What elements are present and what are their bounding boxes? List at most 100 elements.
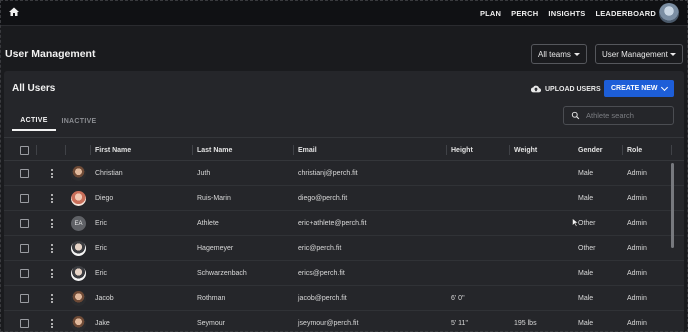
- gender-cell: Other: [578, 245, 596, 252]
- role-cell: Admin: [627, 245, 647, 252]
- avatar: [71, 241, 86, 256]
- team-filter-value: All teams: [538, 49, 571, 59]
- last-name-cell: Seymour: [197, 320, 226, 327]
- email-cell: diego@perch.fit: [298, 195, 348, 202]
- first-name-cell: Jacob: [95, 295, 114, 302]
- first-name-cell: Christian: [95, 170, 123, 177]
- nav-link-leaderboard[interactable]: LEADERBOARD: [595, 9, 656, 18]
- home-icon[interactable]: [8, 6, 20, 18]
- column-divider: [90, 145, 91, 155]
- role-cell: Admin: [627, 320, 647, 327]
- last-name-cell: Rothman: [197, 295, 226, 302]
- tab-active[interactable]: ACTIVE: [12, 111, 56, 131]
- user-avatar[interactable]: [659, 3, 679, 23]
- table-row[interactable]: Eric Schwarzenbach erics@perch.fit Male …: [4, 261, 684, 286]
- avatar: [71, 291, 86, 306]
- avatar: [71, 166, 86, 181]
- table-row[interactable]: Eric Hagemeyer eric@perch.fit Other Admi…: [4, 236, 684, 261]
- row-checkbox[interactable]: [20, 219, 29, 228]
- nav-link-plan[interactable]: PLAN: [480, 9, 501, 18]
- height-cell: 6' 0": [451, 295, 465, 302]
- more-vert-icon[interactable]: [50, 219, 53, 228]
- last-name-cell: Schwarzenbach: [197, 270, 247, 277]
- team-filter-dropdown[interactable]: All teams: [531, 44, 587, 64]
- height-cell: 5' 11": [451, 320, 468, 327]
- header-last-name[interactable]: Last Name: [197, 138, 232, 162]
- gender-cell: Male: [578, 195, 594, 202]
- column-divider: [622, 145, 623, 155]
- column-divider: [192, 145, 193, 155]
- section-select-value: User Management: [602, 49, 668, 59]
- mouse-cursor-icon: [572, 218, 578, 227]
- more-vert-icon[interactable]: [50, 169, 53, 178]
- gender-cell: Male: [578, 295, 594, 302]
- avatar: [71, 191, 86, 206]
- search-input[interactable]: [586, 111, 666, 120]
- column-divider: [509, 145, 510, 155]
- avatar: EA: [71, 216, 86, 231]
- role-cell: Admin: [627, 170, 647, 177]
- email-cell: jseymour@perch.fit: [298, 320, 359, 327]
- role-cell: Admin: [627, 195, 647, 202]
- top-navigation-bar: PLAN PERCH INSIGHTS LEADERBOARD: [0, 0, 688, 26]
- nav-links: PLAN PERCH INSIGHTS LEADERBOARD: [480, 0, 656, 26]
- gender-cell: Male: [578, 170, 594, 177]
- header-email[interactable]: Email: [298, 138, 317, 162]
- header-first-name[interactable]: First Name: [95, 138, 131, 162]
- card-title: All Users: [12, 83, 56, 94]
- table-row[interactable]: Jake Seymour jseymour@perch.fit 5' 11" 1…: [4, 311, 684, 332]
- email-cell: erics@perch.fit: [298, 270, 345, 277]
- more-vert-icon[interactable]: [50, 194, 53, 203]
- section-select-dropdown[interactable]: User Management: [595, 44, 683, 64]
- table-scrollbar[interactable]: [671, 163, 674, 248]
- select-all-checkbox[interactable]: [20, 146, 29, 155]
- athlete-search: [563, 106, 674, 125]
- column-divider: [36, 145, 37, 155]
- weight-cell: 195 lbs: [514, 320, 537, 327]
- more-vert-icon[interactable]: [50, 269, 53, 278]
- caret-down-icon: [574, 53, 580, 56]
- gender-cell: Male: [578, 320, 594, 327]
- search-icon: [571, 111, 580, 120]
- column-divider: [293, 145, 294, 155]
- header-height[interactable]: Height: [451, 138, 473, 162]
- column-divider: [671, 145, 672, 155]
- avatar: [71, 316, 86, 331]
- header-role[interactable]: Role: [627, 138, 642, 162]
- gender-cell: Male: [578, 270, 594, 277]
- chevron-down-icon: [660, 83, 669, 92]
- upload-users-button[interactable]: UPLOAD USERS: [531, 83, 601, 95]
- last-name-cell: Juth: [197, 170, 211, 177]
- more-vert-icon[interactable]: [50, 319, 53, 328]
- create-new-button[interactable]: CREATE NEW: [604, 80, 674, 97]
- header-gender[interactable]: Gender: [578, 138, 603, 162]
- first-name-cell: Diego: [95, 195, 114, 202]
- nav-link-perch[interactable]: PERCH: [511, 9, 538, 18]
- caret-down-icon: [670, 53, 676, 56]
- gender-cell: Other: [578, 220, 596, 227]
- row-checkbox[interactable]: [20, 294, 29, 303]
- table-row[interactable]: Jacob Rothman jacob@perch.fit 6' 0" Male…: [4, 286, 684, 311]
- table-row[interactable]: Diego Ruis-Marin diego@perch.fit Male Ad…: [4, 186, 684, 211]
- row-checkbox[interactable]: [20, 194, 29, 203]
- row-checkbox[interactable]: [20, 269, 29, 278]
- tab-inactive[interactable]: INACTIVE: [56, 111, 102, 131]
- row-checkbox[interactable]: [20, 244, 29, 253]
- row-checkbox[interactable]: [20, 319, 29, 328]
- email-cell: eric+athlete@perch.fit: [298, 220, 367, 227]
- create-new-label: CREATE NEW: [611, 85, 658, 92]
- email-cell: christianj@perch.fit: [298, 170, 358, 177]
- row-checkbox[interactable]: [20, 169, 29, 178]
- email-cell: eric@perch.fit: [298, 245, 342, 252]
- nav-link-insights[interactable]: INSIGHTS: [548, 9, 585, 18]
- more-vert-icon[interactable]: [50, 244, 53, 253]
- column-divider: [446, 145, 447, 155]
- email-cell: jacob@perch.fit: [298, 295, 347, 302]
- header-weight[interactable]: Weight: [514, 138, 537, 162]
- role-cell: Admin: [627, 270, 647, 277]
- more-vert-icon[interactable]: [50, 294, 53, 303]
- page-title: User Management: [5, 48, 96, 60]
- table-row[interactable]: Christian Juth christianj@perch.fit Male…: [4, 161, 684, 186]
- first-name-cell: Eric: [95, 220, 108, 227]
- table-row[interactable]: EA Eric Athlete eric+athlete@perch.fit O…: [4, 211, 684, 236]
